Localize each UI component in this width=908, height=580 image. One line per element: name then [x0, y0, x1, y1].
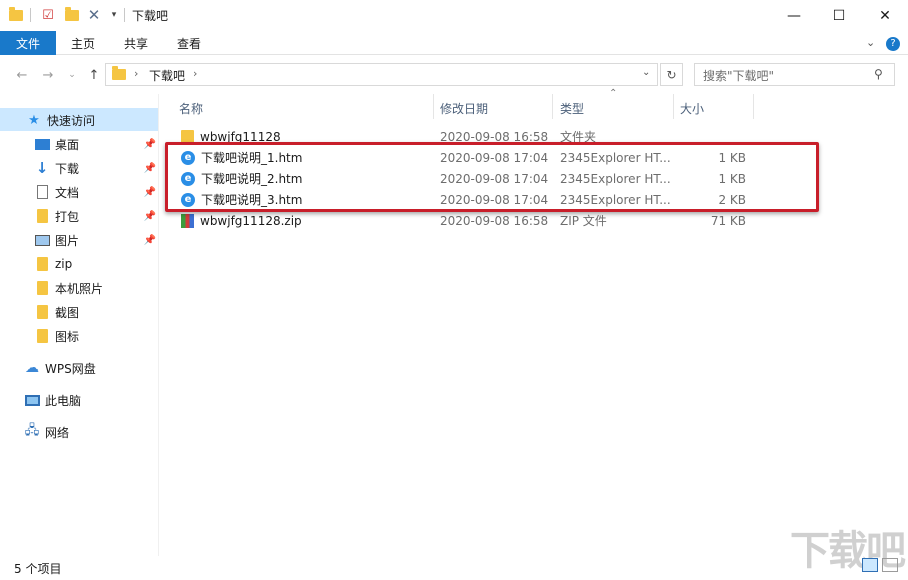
nav-label: 本机照片 — [55, 281, 104, 296]
sidebar-item-2[interactable]: 文档 📌 — [34, 180, 156, 204]
desktop-icon — [34, 136, 50, 152]
nav-label: 下载 — [55, 161, 80, 176]
file-type: ZIP 文件 — [560, 214, 607, 228]
column-separator[interactable] — [552, 94, 553, 119]
tab-view[interactable]: 查看 — [177, 35, 201, 52]
sidebar-item-6[interactable]: 本机照片 — [34, 276, 156, 300]
maximize-button[interactable]: ☐ — [816, 0, 862, 31]
cloud-icon: ☁ — [25, 360, 39, 376]
sidebar-item-0[interactable]: 桌面 📌 — [34, 132, 156, 156]
file-size: 71 KB — [710, 213, 746, 228]
delete-icon[interactable]: ✕ — [86, 6, 102, 24]
computer-icon — [24, 392, 40, 408]
sidebar-item-5[interactable]: zip — [34, 252, 156, 276]
pin-icon[interactable]: 📌 — [144, 163, 156, 174]
tab-share[interactable]: 共享 — [124, 35, 148, 52]
folder-icon — [34, 256, 50, 272]
help-icon[interactable]: ? — [886, 37, 900, 51]
refresh-button[interactable]: ↻ — [660, 63, 683, 86]
forward-button[interactable]: → — [38, 66, 58, 84]
nav-this-pc[interactable]: 此电脑 — [24, 388, 81, 412]
nav-label: 图标 — [55, 329, 80, 344]
back-button[interactable]: ← — [12, 66, 32, 84]
folder-icon — [34, 328, 50, 344]
breadcrumb[interactable]: 下载吧 — [149, 67, 185, 84]
nav-label: 截图 — [55, 305, 80, 320]
column-date[interactable]: 修改日期 — [440, 100, 488, 117]
nav-label: zip — [55, 257, 73, 271]
nav-label: 打包 — [55, 209, 80, 224]
minimize-button[interactable]: — — [771, 0, 817, 31]
tab-file[interactable]: 文件 — [0, 31, 56, 55]
nav-label: 图片 — [55, 233, 80, 248]
breadcrumb-chevron-icon[interactable]: › — [134, 67, 138, 80]
pin-icon[interactable]: 📌 — [144, 211, 156, 222]
file-name: wbwjfg11128.zip — [200, 213, 302, 228]
table-row[interactable]: wbwjfg11128.zip 2020-09-08 16:58 ZIP 文件 71 … — [160, 210, 900, 231]
recent-locations-icon[interactable]: ⌄ — [62, 66, 82, 84]
column-size[interactable]: 大小 — [680, 100, 704, 117]
pin-icon[interactable]: 📌 — [144, 187, 156, 198]
document-icon — [34, 184, 50, 200]
address-dropdown-icon[interactable]: ⌄ — [642, 67, 650, 78]
close-button[interactable]: ✕ — [862, 0, 908, 31]
nav-label: 快速访问 — [47, 113, 96, 128]
sidebar-item-8[interactable]: 图标 — [34, 324, 156, 348]
picture-icon — [34, 232, 50, 248]
large-icons-view-button[interactable] — [882, 558, 898, 572]
column-type[interactable]: 类型 — [560, 100, 584, 117]
folder-icon — [111, 65, 127, 82]
status-item-count: 5 个项目 — [14, 562, 62, 576]
chevron-down-icon[interactable]: ⌄ — [866, 36, 875, 49]
network-icon: 🖧 — [24, 423, 40, 438]
divider — [124, 8, 125, 22]
highlight-box — [165, 142, 819, 212]
nav-network[interactable]: 🖧 网络 — [24, 420, 69, 444]
folder-icon — [34, 280, 50, 296]
up-button[interactable]: ↑ — [84, 66, 104, 84]
properties-icon[interactable]: ☑ — [40, 7, 56, 23]
nav-label: 此电脑 — [45, 393, 82, 408]
search-icon[interactable]: ⚲ — [874, 67, 883, 81]
search-placeholder: 搜索"下载吧" — [703, 69, 775, 83]
customize-toolbar-icon[interactable]: ▾ — [106, 7, 122, 23]
tab-home[interactable]: 主页 — [71, 35, 95, 52]
folder-icon — [34, 304, 50, 320]
column-name[interactable]: 名称 — [179, 100, 203, 117]
divider — [30, 8, 31, 22]
column-separator[interactable] — [673, 94, 674, 119]
nav-wps[interactable]: ☁ WPS网盘 — [24, 356, 96, 380]
file-date: 2020-09-08 16:58 — [440, 213, 549, 228]
pin-icon[interactable]: 📌 — [144, 235, 156, 246]
sidebar-item-7[interactable]: 截图 — [34, 300, 156, 324]
nav-label: 文档 — [55, 185, 80, 200]
nav-label: WPS网盘 — [45, 361, 96, 376]
sidebar-item-4[interactable]: 图片 📌 — [34, 228, 156, 252]
folder-icon — [8, 6, 24, 23]
pane-divider[interactable] — [158, 94, 159, 556]
column-separator[interactable] — [433, 94, 434, 119]
pin-icon[interactable]: 📌 — [144, 139, 156, 150]
nav-quick-access[interactable]: ★ 快速访问 — [26, 108, 95, 132]
sort-ascending-icon: ⌃ — [609, 88, 618, 99]
zip-icon — [181, 213, 194, 228]
nav-label: 网络 — [45, 425, 70, 440]
address-bar[interactable] — [105, 63, 658, 86]
nav-label: 桌面 — [55, 137, 80, 152]
download-icon: ↓ — [35, 159, 49, 177]
breadcrumb-chevron-icon[interactable]: › — [193, 67, 197, 80]
sidebar-item-1[interactable]: ↓ 下载 📌 — [34, 156, 156, 180]
folder-icon — [34, 208, 50, 224]
star-icon: ★ — [28, 112, 40, 128]
sidebar-item-3[interactable]: 打包 📌 — [34, 204, 156, 228]
column-separator[interactable] — [753, 94, 754, 119]
details-view-button[interactable] — [862, 558, 878, 572]
window-title: 下载吧 — [132, 9, 169, 23]
new-folder-icon[interactable] — [64, 6, 80, 23]
